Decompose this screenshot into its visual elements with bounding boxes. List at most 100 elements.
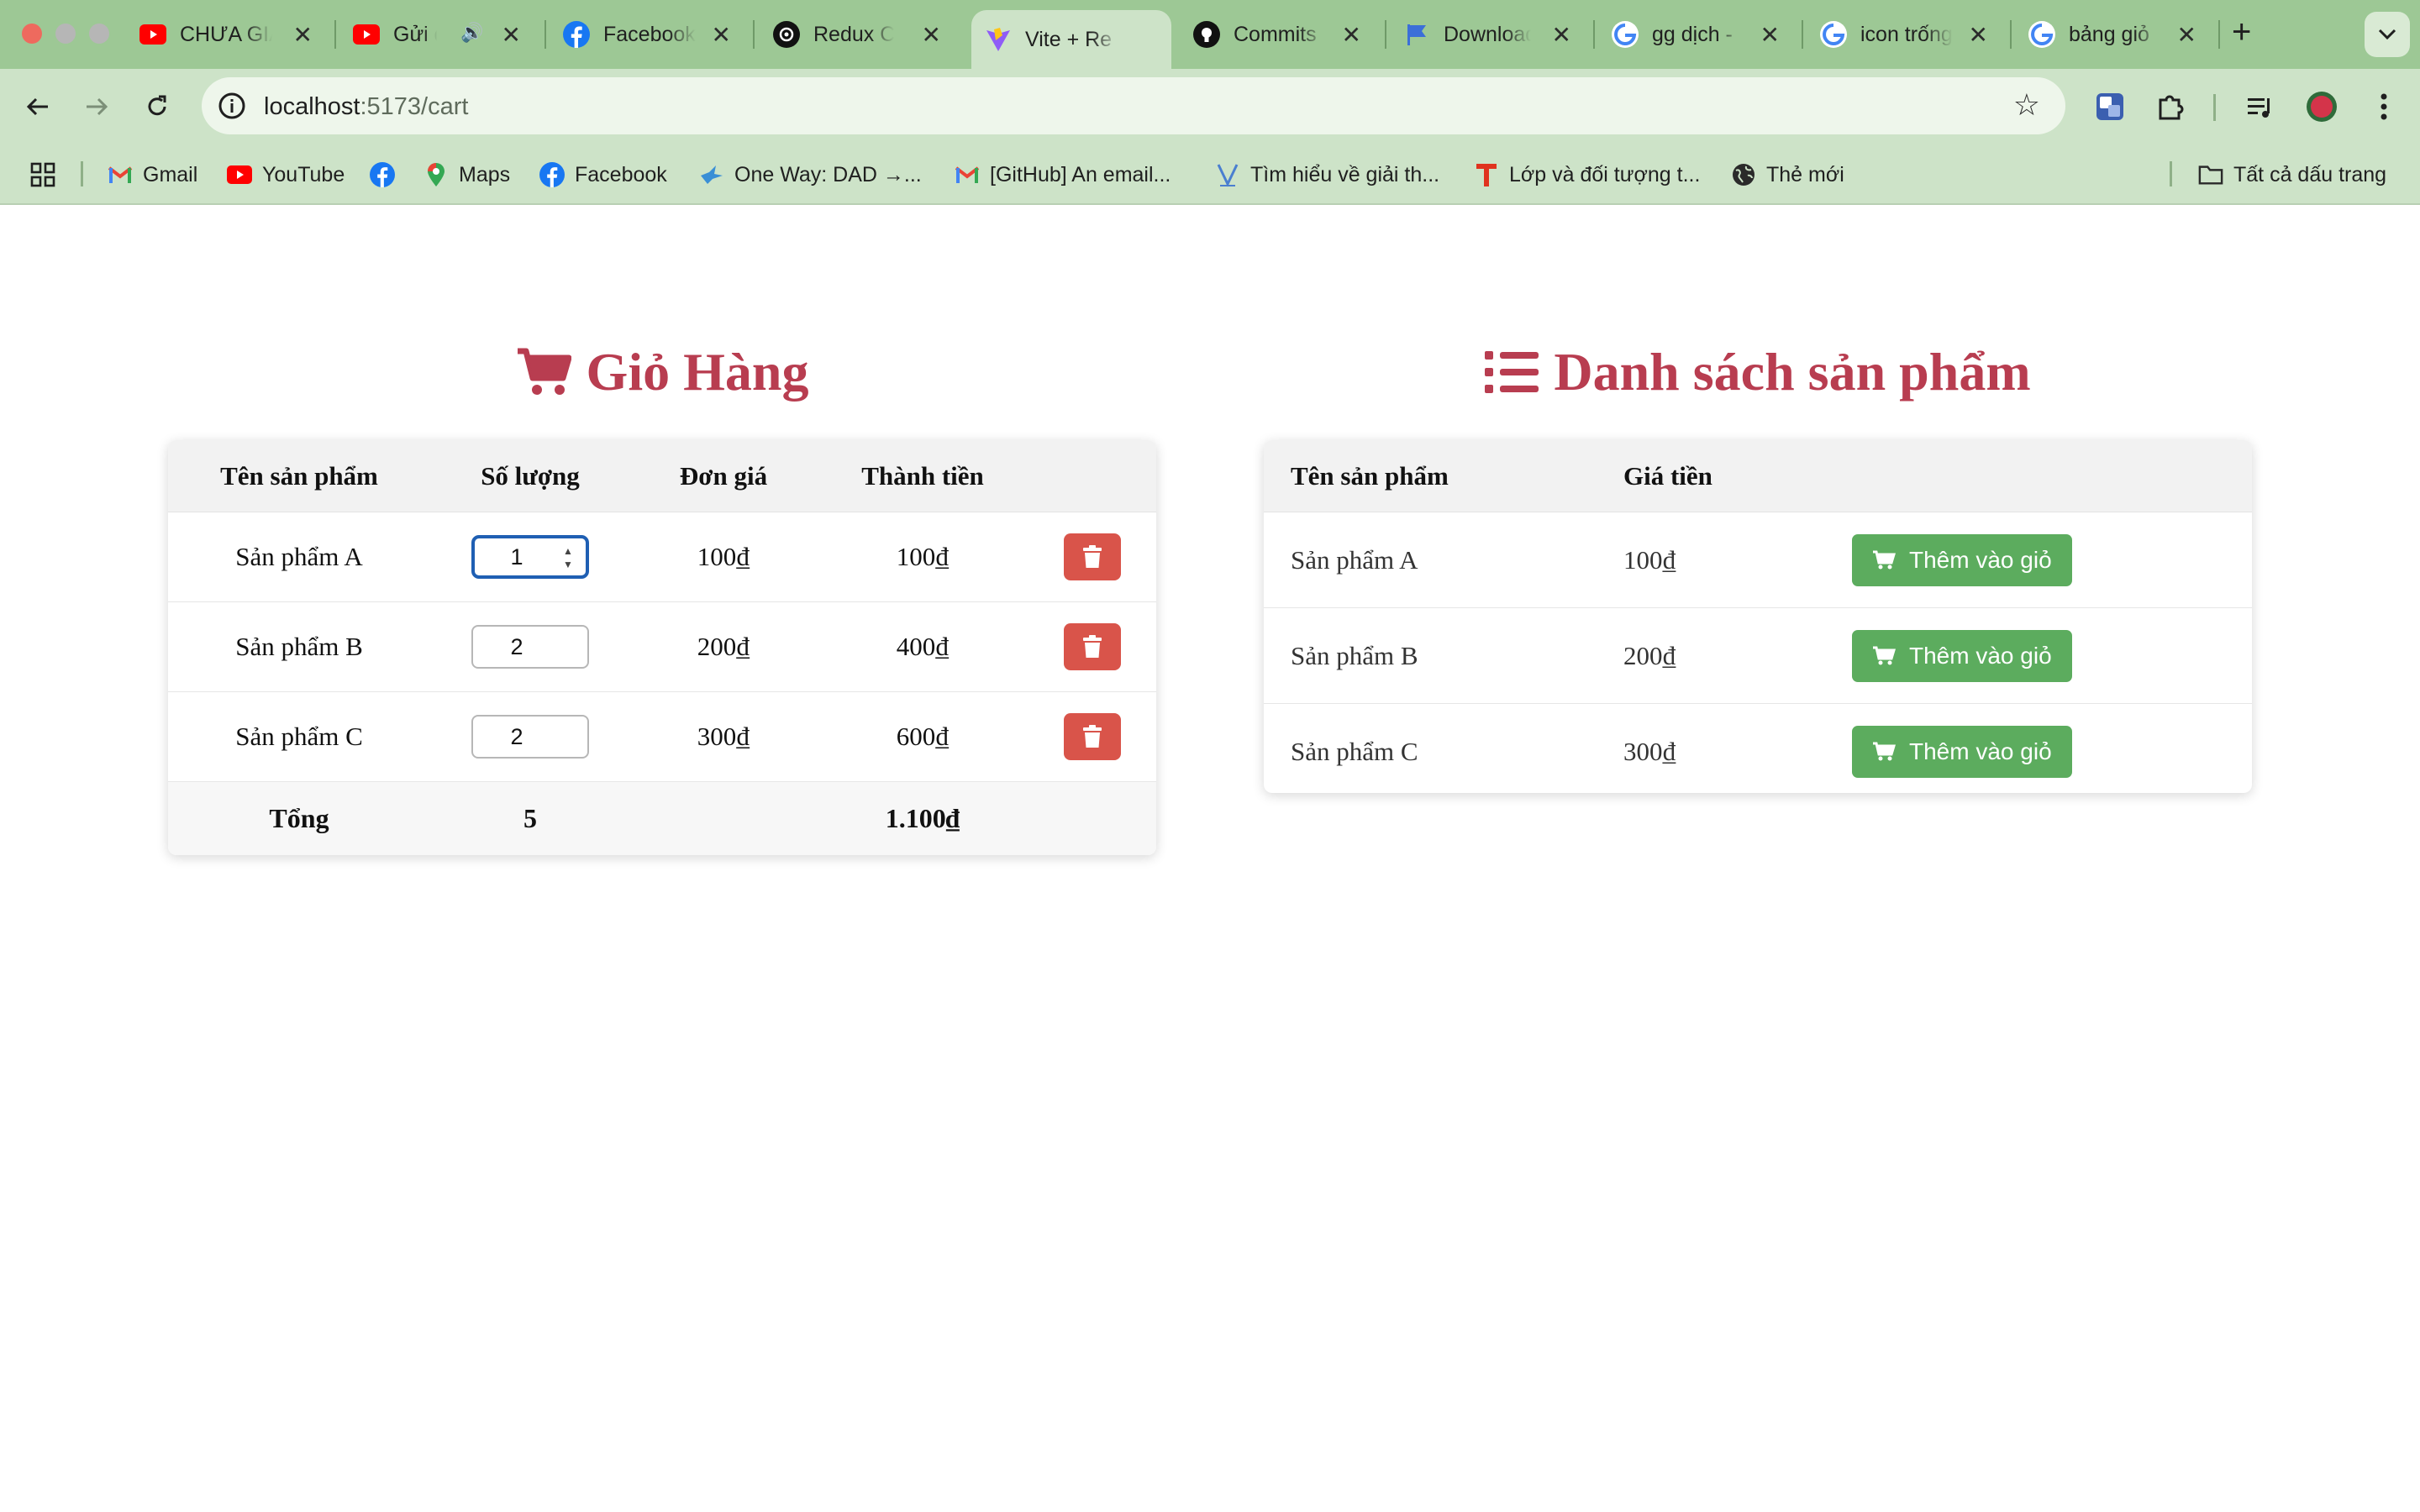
total-label: Tổng: [269, 803, 329, 833]
quantity-spinner[interactable]: ▲ ▼: [560, 545, 576, 570]
bookmark-star-icon[interactable]: ☆: [2013, 87, 2040, 123]
action-cell: Thêm vào giỏ: [1852, 512, 2188, 607]
column-header-price: Giá tiền: [1623, 460, 1712, 491]
browser-menu-icon[interactable]: [2366, 89, 2402, 124]
new-tab-button[interactable]: +: [2232, 13, 2251, 51]
all-bookmarks-folder[interactable]: Tất cả dấu trang: [2198, 160, 2386, 190]
profile-avatar[interactable]: [2304, 89, 2339, 124]
tab-vite-active[interactable]: Vite + Re: [971, 10, 1171, 69]
delete-button[interactable]: [1064, 623, 1121, 670]
extensions-puzzle-icon[interactable]: [2153, 89, 2188, 124]
close-window-button[interactable]: [22, 24, 42, 44]
column-header-name: Tên sản phẩm: [1291, 460, 1449, 491]
bookmark-label: One Way: DAD →...: [734, 162, 922, 186]
tab-separator: [2010, 20, 2012, 49]
tab-github-commits[interactable]: Commits ✕: [1193, 12, 1371, 57]
tab-youtube-2[interactable]: Gửi đi 🔊 ✕: [353, 12, 531, 57]
extension-translate-icon[interactable]: [2092, 89, 2128, 124]
tab-search-button[interactable]: [2365, 12, 2410, 57]
bookmark-facebook[interactable]: Facebook: [539, 160, 667, 190]
browser-chrome: CHƯA GIÁ ✕ Gửi đi 🔊 ✕ Facebook ✕: [0, 0, 2420, 205]
quantity-cell: 2: [430, 602, 630, 691]
close-tab-icon[interactable]: ✕: [1969, 21, 1988, 49]
delete-button[interactable]: [1064, 713, 1121, 760]
url-text[interactable]: localhost:5173/cart: [264, 93, 468, 121]
delete-button[interactable]: [1064, 533, 1121, 580]
forward-button[interactable]: [76, 86, 118, 128]
add-to-cart-button[interactable]: Thêm vào giỏ: [1852, 629, 2072, 682]
github-icon: [1193, 21, 1220, 48]
folder-icon: [2198, 162, 2223, 187]
site-info-icon[interactable]: [215, 89, 249, 123]
bookmark-github-email[interactable]: [GitHub] An email...: [955, 160, 1171, 190]
close-tab-icon[interactable]: ✕: [922, 21, 941, 49]
tab-separator: [334, 20, 336, 49]
bookmark-gmail[interactable]: Gmail: [108, 160, 197, 190]
quantity-input[interactable]: 2: [471, 625, 589, 669]
bookmark-one-way[interactable]: One Way: DAD →...: [699, 160, 922, 190]
tab-title: Commits: [1234, 22, 1317, 46]
bookmark-lop-va-doi-tuong[interactable]: Lớp và đối tượng t...: [1474, 160, 1700, 190]
bookmark-the-moi[interactable]: Thẻ mới: [1731, 160, 1844, 190]
tab-title: Vite + Re: [1025, 27, 1113, 51]
cart-table-header: Tên sản phẩm Số lượng Đơn giá Thành tiền: [168, 440, 1156, 512]
youtube-icon: [353, 21, 380, 48]
speaker-icon[interactable]: 🔊: [460, 22, 483, 44]
cart-row: Sản phẩm C 2 300₫ 600₫: [168, 692, 1156, 782]
bookmark-label: Lớp và đối tượng t...: [1509, 162, 1701, 186]
total-quantity: 5: [523, 803, 537, 833]
address-bar[interactable]: localhost:5173/cart ☆: [202, 77, 2065, 134]
tab-google-translate[interactable]: gg dịch - ✕: [1612, 12, 1790, 57]
google-icon: [2028, 21, 2055, 48]
maps-icon: [424, 162, 449, 187]
bookmark-youtube[interactable]: YouTube: [227, 160, 345, 190]
media-controls-icon[interactable]: [2242, 89, 2277, 124]
close-tab-icon[interactable]: ✕: [712, 21, 731, 49]
apps-grid-icon[interactable]: [30, 160, 55, 190]
grand-total: 1.100₫: [885, 803, 960, 833]
tab-title: CHƯA GIÁ: [180, 22, 272, 46]
close-tab-icon[interactable]: ✕: [1760, 21, 1780, 49]
forward-arrow-icon: [87, 97, 108, 116]
toolbar-divider: [2213, 94, 2216, 121]
close-tab-icon[interactable]: ✕: [502, 21, 521, 49]
bookmark-facebook-icon-only[interactable]: [370, 160, 405, 190]
back-button[interactable]: [17, 86, 59, 128]
spin-up-icon[interactable]: ▲: [563, 545, 573, 557]
tab-redux[interactable]: Redux Co ✕: [773, 12, 951, 57]
v-icon: [1215, 162, 1240, 187]
spin-down-icon[interactable]: ▼: [563, 559, 573, 570]
close-tab-icon[interactable]: ✕: [1552, 21, 1571, 49]
maximize-window-button[interactable]: [89, 24, 109, 44]
cart-row: Sản phẩm B 2 200₫ 400₫: [168, 602, 1156, 692]
facebook-icon: [563, 21, 590, 48]
product-price: 200₫: [1623, 640, 1676, 670]
tab-facebook[interactable]: Facebook ✕: [563, 12, 741, 57]
tab-google-cart-table[interactable]: bảng giỏ ✕: [2028, 12, 2207, 57]
close-tab-icon[interactable]: ✕: [293, 21, 313, 49]
add-to-cart-button[interactable]: Thêm vào giỏ: [1852, 533, 2072, 586]
tab-title: bảng giỏ: [2069, 22, 2149, 46]
tab-google-icon-search[interactable]: icon trống ✕: [1820, 12, 1998, 57]
bookmarks-bar: Gmail YouTube Maps Facebook One Way: DAD…: [0, 144, 2420, 205]
bookmark-tim-hieu[interactable]: Tìm hiểu về giải th...: [1215, 160, 1439, 190]
add-to-cart-button[interactable]: Thêm vào giỏ: [1852, 726, 2072, 778]
close-tab-icon[interactable]: ✕: [2177, 21, 2196, 49]
bookmarks-divider: [81, 161, 83, 186]
line-total: 400₫: [896, 632, 950, 661]
product-table: Tên sản phẩm Giá tiền Sản phẩm A 100₫ Th…: [1264, 440, 2252, 793]
tab-title: gg dịch -: [1652, 22, 1733, 46]
quantity-input[interactable]: 2: [471, 715, 589, 759]
tab-youtube-1[interactable]: CHƯA GIÁ ✕: [139, 12, 323, 57]
quantity-cell: 2: [430, 692, 630, 781]
minimize-window-button[interactable]: [55, 24, 76, 44]
add-to-cart-label: Thêm vào giỏ: [1909, 642, 2052, 669]
bookmark-maps[interactable]: Maps: [424, 160, 510, 190]
tab-download[interactable]: Download ✕: [1403, 12, 1581, 57]
close-tab-icon[interactable]: ✕: [1342, 21, 1361, 49]
quantity-input[interactable]: 1 ▲ ▼: [471, 535, 589, 579]
browser-toolbar: localhost:5173/cart ☆: [0, 69, 2420, 144]
bookmark-label: YouTube: [262, 162, 345, 186]
reload-button[interactable]: [136, 86, 178, 128]
product-price: 300₫: [1623, 737, 1676, 766]
